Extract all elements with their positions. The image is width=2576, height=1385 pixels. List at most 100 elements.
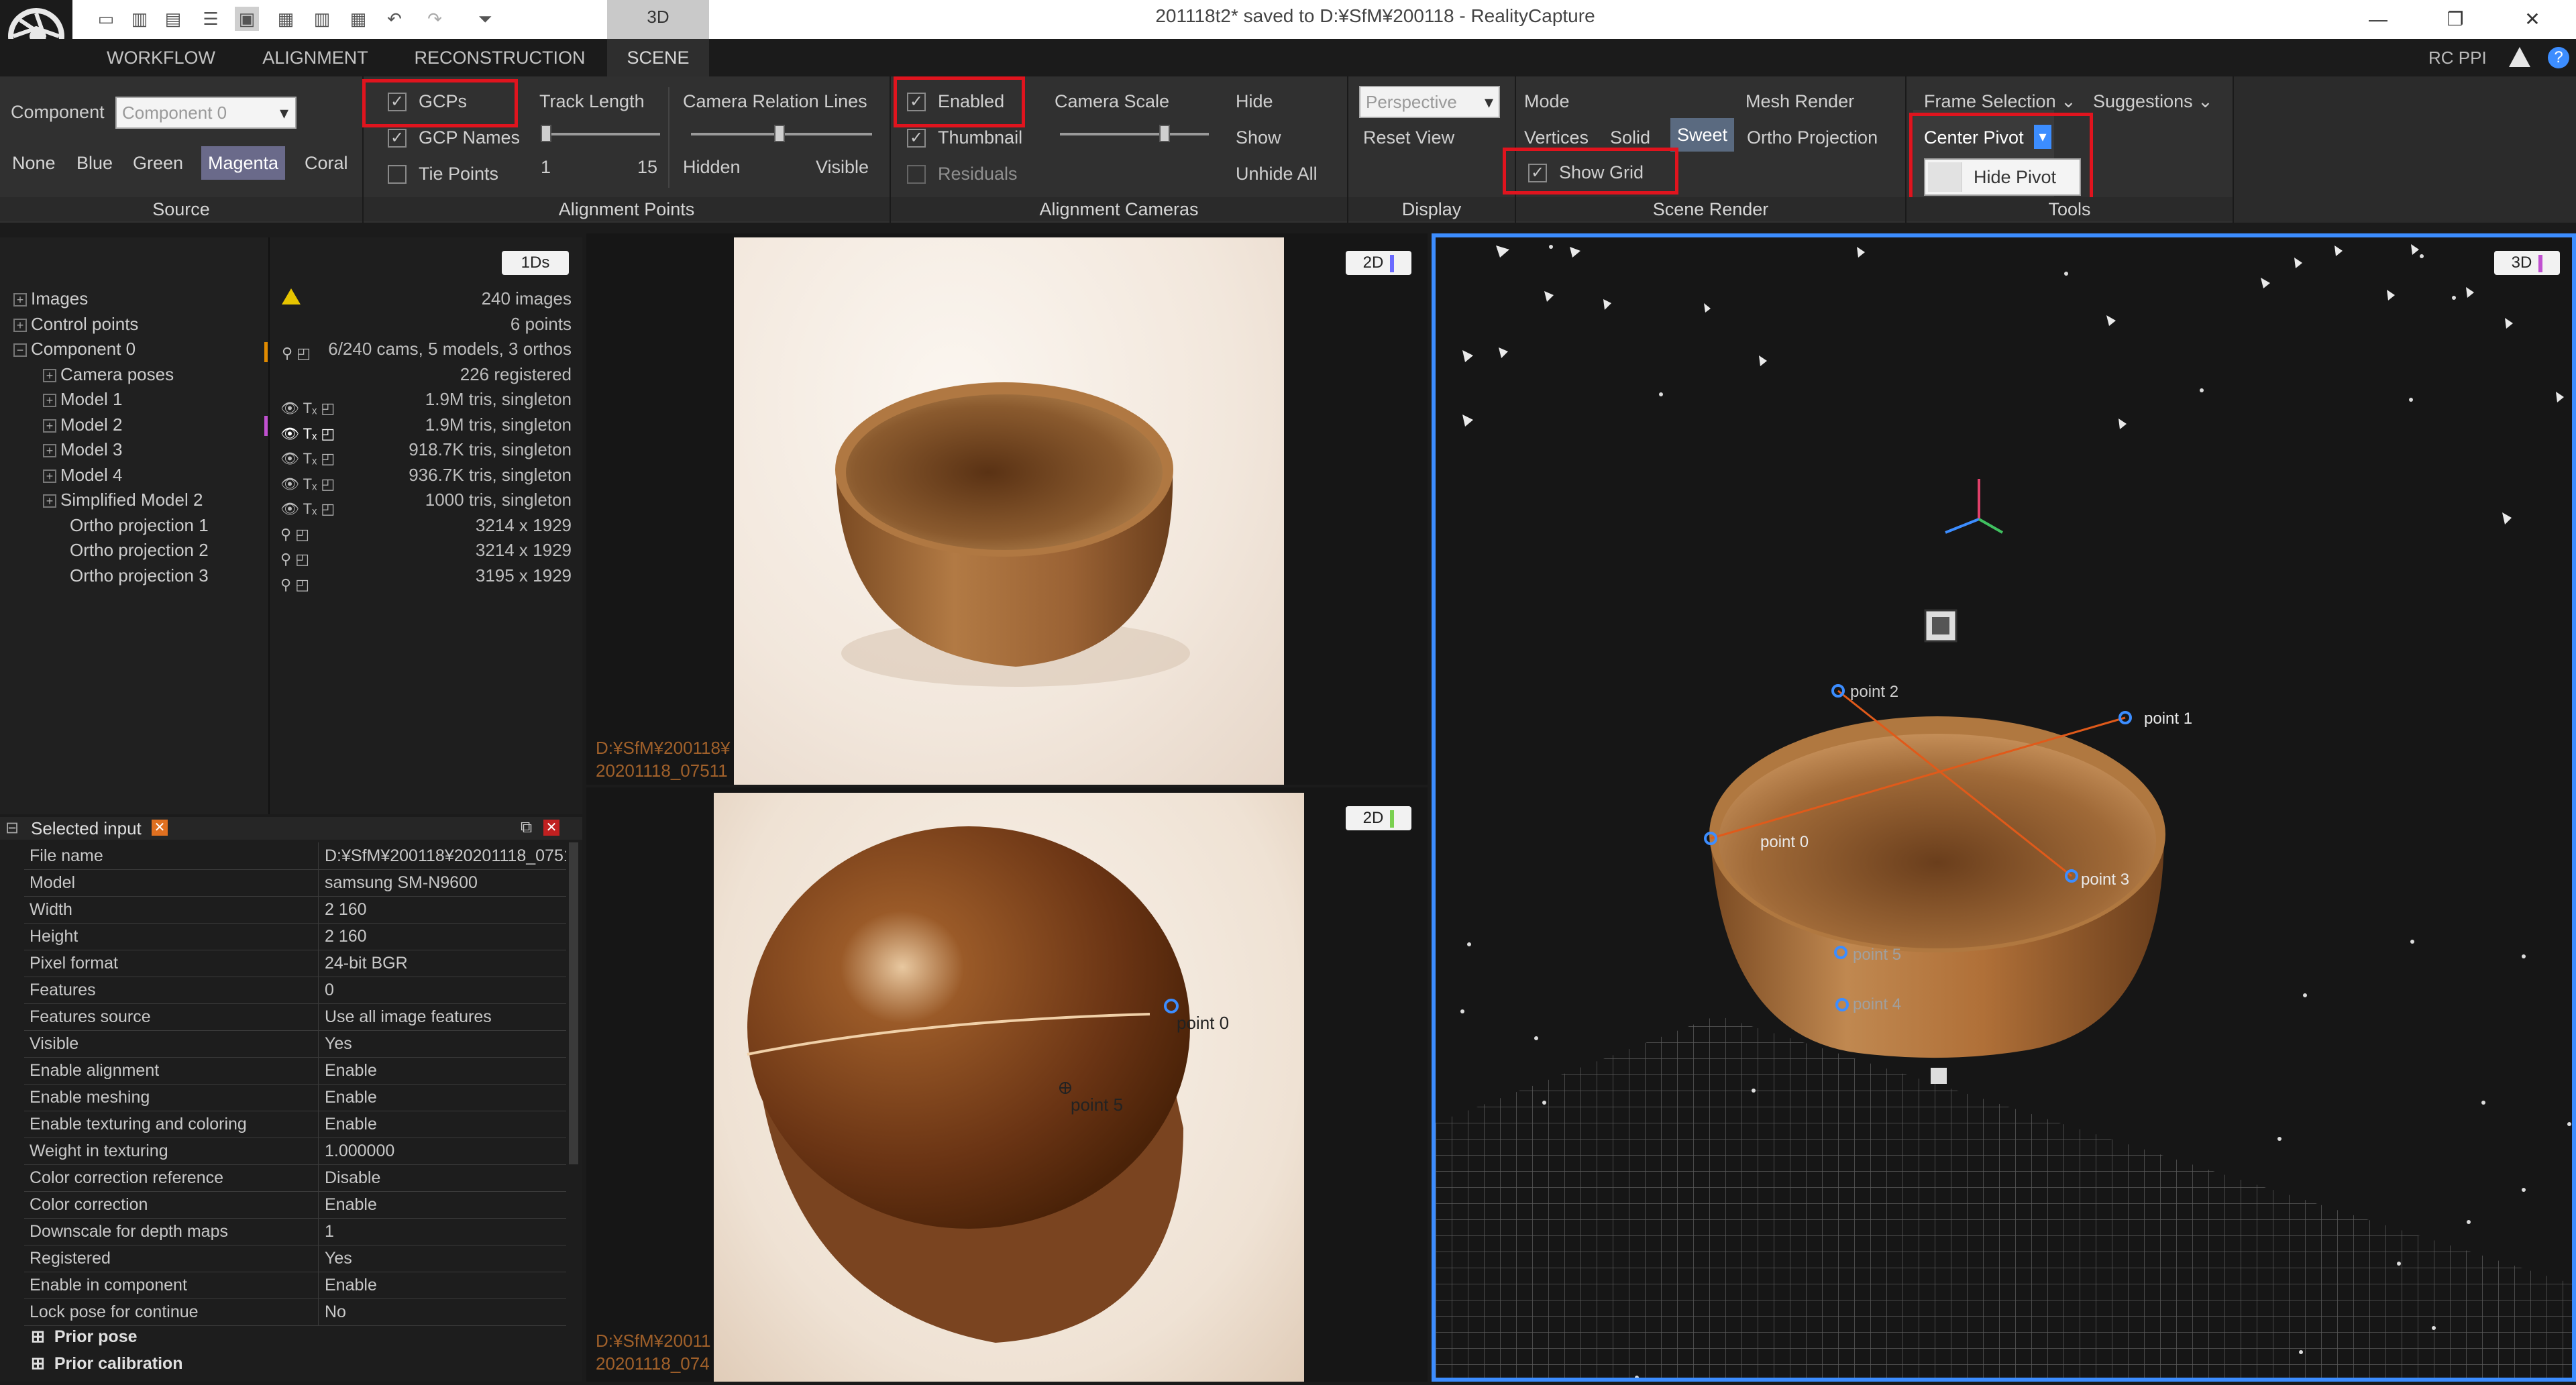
expand-icon[interactable]: + [43, 494, 56, 508]
tree-item-control-points[interactable]: + Control points [13, 312, 268, 337]
scene-point-5-label[interactable]: point 5 [1853, 946, 1901, 964]
close-icon[interactable]: ✕ [543, 820, 559, 836]
property-row[interactable]: Enable texturing and coloring Enable [24, 1111, 566, 1138]
scene-view-badge[interactable]: 3D [2494, 251, 2560, 275]
prior-calibration-section[interactable]: ⊞ Prior calibration [31, 1353, 183, 1374]
expand-icon[interactable]: + [43, 368, 56, 382]
redo-icon[interactable]: ↷ [423, 7, 447, 31]
undock-icon[interactable]: ⧉ [521, 818, 532, 837]
expand-icon[interactable]: ⊞ [31, 1354, 45, 1373]
camera-scale-slider[interactable] [1060, 133, 1209, 135]
suggestions-button[interactable]: Suggestions ⌄ [2093, 91, 2213, 112]
projection-dropdown[interactable]: Perspective ▾ [1359, 86, 1500, 118]
scene-3d-view[interactable]: point 0 point 1 point 2 point 3 point 4 … [1432, 233, 2576, 1382]
property-value[interactable]: Enable [325, 1272, 566, 1298]
restore-button[interactable]: ❐ [2418, 4, 2492, 35]
eye-icon[interactable]: 👁 Tₓ ◰ [280, 446, 335, 472]
color-green-button[interactable]: Green [126, 146, 190, 180]
expand-icon[interactable]: + [43, 444, 56, 458]
property-value[interactable]: 24-bit BGR [325, 950, 566, 977]
layout-5-icon[interactable]: ▣ [235, 7, 259, 31]
property-row[interactable]: Model samsung SM-N9600 [24, 869, 566, 897]
property-row[interactable]: Pixel format 24-bit BGR [24, 950, 566, 977]
property-row[interactable]: Height 2 160 [24, 923, 566, 950]
vertices-button[interactable]: Vertices [1524, 127, 1589, 148]
track-length-slider[interactable] [542, 133, 660, 135]
property-value[interactable]: 1 [325, 1218, 566, 1245]
layout-3-icon[interactable]: ▤ [161, 7, 185, 31]
property-value[interactable]: Enable [325, 1191, 566, 1218]
scene-3d-canvas[interactable] [1436, 237, 2572, 1378]
tree-item-model-3[interactable]: + Model 3 [13, 437, 268, 463]
thumbnail-checkbox[interactable]: ✓ [907, 129, 926, 148]
frame-selection-button[interactable]: Frame Selection ⌄ [1924, 91, 2076, 112]
color-blue-button[interactable]: Blue [70, 146, 119, 180]
property-row[interactable]: Weight in texturing 1.000000 [24, 1138, 566, 1165]
property-value[interactable]: Yes [325, 1245, 566, 1272]
collapse-icon[interactable]: − [13, 343, 27, 357]
color-magenta-button[interactable]: Magenta [201, 146, 286, 180]
property-row[interactable]: Color correction reference Disable [24, 1164, 566, 1192]
tree-item-ortho-2[interactable]: Ortho projection 2 [13, 538, 268, 563]
property-value[interactable]: Yes [325, 1030, 566, 1057]
property-value[interactable]: 2 160 [325, 896, 566, 923]
gcps-checkbox[interactable]: ✓ [388, 93, 407, 111]
quick-access-dropdown-icon[interactable]: ⏷ [473, 7, 497, 31]
scene-point-1-label[interactable]: point 1 [2144, 710, 2192, 728]
bottom-view-badge[interactable]: 2D [1346, 806, 1411, 830]
menu-alignment[interactable]: ALIGNMENT [248, 39, 382, 76]
point-5-label[interactable]: point 5 [1071, 1095, 1123, 1115]
property-value[interactable]: 0 [325, 977, 566, 1003]
scene-point-3-label[interactable]: point 3 [2081, 871, 2129, 889]
layout-8-icon[interactable]: ▦ [346, 7, 370, 31]
reset-view-button[interactable]: Reset View [1363, 127, 1454, 148]
property-row[interactable]: Visible Yes [24, 1030, 566, 1058]
unhide-all-button[interactable]: Unhide All [1236, 164, 1318, 184]
tree-item-simplified-model-2[interactable]: + Simplified Model 2 [13, 488, 268, 513]
property-value[interactable]: Disable [325, 1164, 566, 1191]
track-length-slider-handle[interactable] [541, 125, 551, 142]
layout-6-icon[interactable]: ▦ [274, 7, 298, 31]
tree-item-camera-poses[interactable]: + Camera poses [13, 362, 268, 388]
prior-pose-section[interactable]: ⊞ Prior pose [31, 1327, 138, 1347]
tree-item-ortho-3[interactable]: Ortho projection 3 [13, 563, 268, 589]
property-scrollbar[interactable] [569, 842, 578, 1164]
pin-icon[interactable]: ✕ [152, 820, 168, 836]
property-value[interactable]: samsung SM-N9600 [325, 869, 566, 896]
help-icon[interactable]: ? [2548, 47, 2569, 68]
scene-point-2-label[interactable]: point 2 [1850, 683, 1898, 702]
property-value[interactable]: Use all image features [325, 1003, 566, 1030]
show-grid-checkbox[interactable]: ✓ [1528, 164, 1547, 182]
tree-item-images[interactable]: + Images [13, 286, 268, 312]
collapse-icon[interactable]: ⊟ [5, 818, 19, 838]
show-button[interactable]: Show [1236, 127, 1281, 148]
property-value[interactable]: 2 160 [325, 923, 566, 950]
minimize-button[interactable]: — [2341, 4, 2415, 35]
tree-item-ortho-1[interactable]: Ortho projection 1 [13, 513, 268, 539]
property-row[interactable]: File name D:¥SfM¥200118¥20201118_07511... [24, 842, 566, 870]
tree-item-model-1[interactable]: + Model 1 [13, 387, 268, 412]
camera-scale-slider-handle[interactable] [1159, 125, 1170, 142]
eye-icon[interactable]: 👁 Tₓ ◰ [280, 396, 335, 421]
property-row[interactable]: Color correction Enable [24, 1191, 566, 1219]
ortho-projection-button[interactable]: Ortho Projection [1747, 127, 1878, 148]
sweet-button[interactable]: Sweet [1670, 118, 1735, 152]
solid-button[interactable]: Solid [1610, 127, 1650, 148]
close-button[interactable]: ✕ [2496, 4, 2569, 35]
property-row[interactable]: Width 2 160 [24, 896, 566, 924]
undo-icon[interactable]: ↶ [382, 7, 407, 31]
gcp-names-checkbox[interactable]: ✓ [388, 129, 407, 148]
enabled-checkbox[interactable]: ✓ [907, 93, 926, 111]
menu-scene[interactable]: SCENE [607, 39, 709, 76]
tie-points-checkbox[interactable] [388, 165, 407, 184]
property-value[interactable]: Enable [325, 1057, 566, 1084]
layout-1-icon[interactable]: ▭ [94, 7, 118, 31]
tree-item-model-2[interactable]: + Model 2 [13, 412, 268, 438]
photo-bottom[interactable] [714, 793, 1304, 1382]
component-dropdown[interactable]: Component 0 ▾ [115, 97, 297, 129]
view-mode-tab[interactable]: 3D [607, 0, 709, 39]
color-none-button[interactable]: None [5, 146, 62, 180]
expand-icon[interactable]: + [13, 318, 27, 332]
property-value[interactable]: D:¥SfM¥200118¥20201118_07511... [325, 842, 566, 869]
menu-reconstruction[interactable]: RECONSTRUCTION [406, 39, 594, 76]
